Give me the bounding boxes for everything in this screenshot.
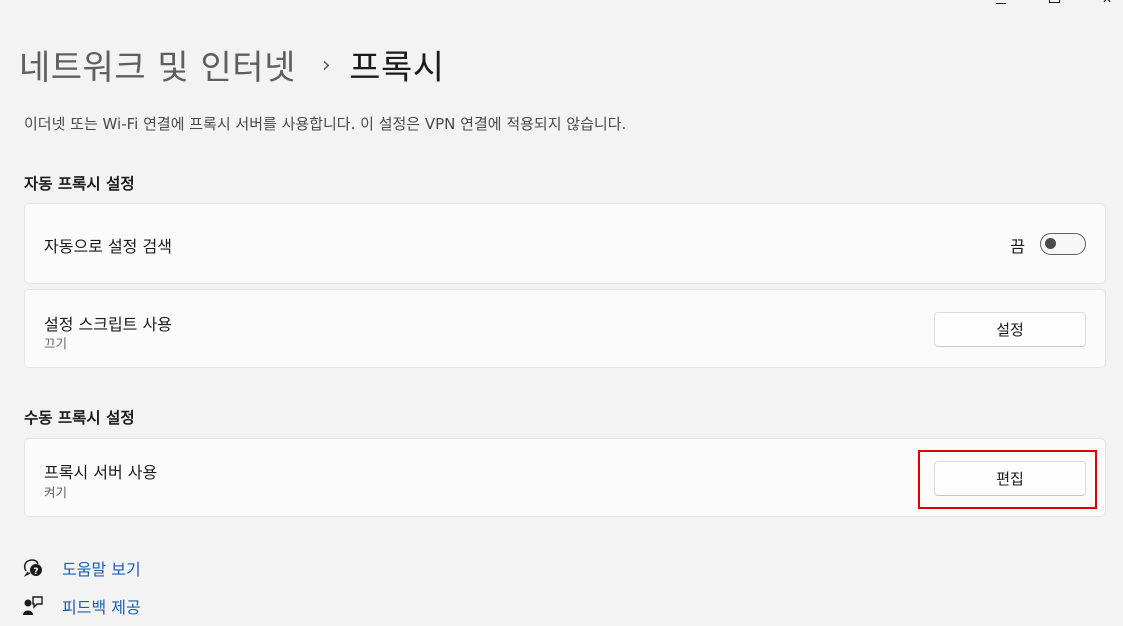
setup-script-status: 끄기	[44, 336, 68, 351]
page-description: 이더넷 또는 Wi-Fi 연결에 프록시 서버를 사용합니다. 이 설정은 VP…	[24, 115, 627, 133]
proxy-settings-page: ✕ 네트워크 및 인터넷 › 프록시 이더넷 또는 Wi-Fi 연결에 프록시 …	[0, 0, 1123, 626]
proxy-server-card: 프록시 서버 사용 켜기 편집	[24, 438, 1106, 517]
manual-proxy-heading: 수동 프록시 설정	[24, 409, 135, 427]
minimize-icon	[996, 2, 1006, 4]
auto-detect-toggle-state: 끔	[1010, 237, 1025, 256]
get-help-label: 도움말 보기	[62, 560, 141, 579]
setup-script-card: 설정 스크립트 사용 끄기 설정	[24, 289, 1106, 368]
svg-text:?: ?	[33, 567, 38, 577]
help-chat-icon: ?	[23, 559, 42, 577]
close-icon: ✕	[1102, 0, 1112, 6]
give-feedback-link[interactable]: 피드백 제공	[22, 594, 141, 618]
toggle-knob	[1045, 238, 1056, 249]
auto-detect-label: 자동으로 설정 검색	[44, 237, 172, 256]
close-button[interactable]: ✕	[1084, 0, 1123, 6]
proxy-server-status: 켜기	[44, 485, 68, 500]
give-feedback-label: 피드백 제공	[62, 598, 141, 617]
feedback-person-icon	[23, 596, 43, 615]
get-help-link[interactable]: ? 도움말 보기	[22, 556, 141, 580]
breadcrumb: 네트워크 및 인터넷 › 프록시	[19, 44, 445, 92]
breadcrumb-chevron-icon: ›	[321, 53, 332, 78]
maximize-button[interactable]	[1031, 0, 1077, 6]
minimize-button[interactable]	[978, 0, 1024, 6]
setup-script-button[interactable]: 설정	[934, 312, 1086, 347]
breadcrumb-network-internet[interactable]: 네트워크 및 인터넷	[19, 44, 296, 92]
auto-detect-settings-card: 자동으로 설정 검색 끔	[24, 203, 1106, 284]
auto-proxy-heading: 자동 프록시 설정	[24, 175, 135, 193]
edit-proxy-button[interactable]: 편집	[934, 461, 1086, 496]
auto-detect-toggle[interactable]	[1040, 233, 1086, 255]
proxy-server-label: 프록시 서버 사용	[44, 463, 158, 482]
setup-script-label: 설정 스크립트 사용	[44, 315, 172, 334]
maximize-icon	[1048, 0, 1060, 3]
page-title: 프록시	[349, 48, 445, 88]
